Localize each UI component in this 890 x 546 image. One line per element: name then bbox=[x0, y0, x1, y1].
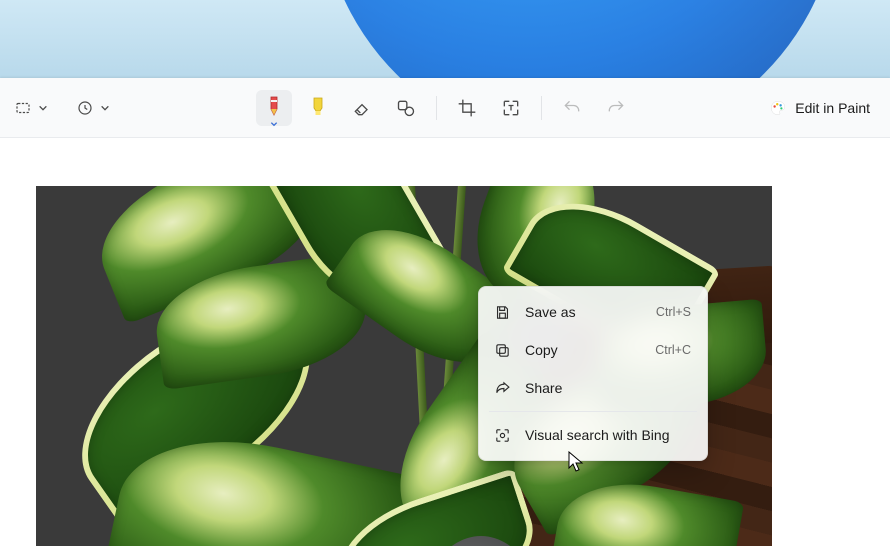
context-menu-label: Visual search with Bing bbox=[525, 427, 691, 443]
context-menu-separator bbox=[489, 411, 697, 412]
share-icon bbox=[493, 379, 511, 397]
toolbar: Edit in Paint bbox=[0, 78, 890, 138]
context-menu-shortcut: Ctrl+S bbox=[656, 305, 691, 319]
redo-icon bbox=[606, 98, 626, 118]
toolbar-separator bbox=[436, 96, 437, 120]
toolbar-left-group bbox=[0, 90, 120, 126]
text-extract-icon bbox=[501, 98, 521, 118]
delay-dropdown[interactable] bbox=[68, 90, 120, 126]
rectangle-select-icon bbox=[14, 99, 32, 117]
context-menu-label: Copy bbox=[525, 342, 641, 358]
highlighter-icon bbox=[308, 96, 328, 120]
chevron-down-icon bbox=[100, 103, 110, 113]
context-menu-copy[interactable]: Copy Ctrl+C bbox=[485, 331, 701, 369]
highlighter-tool-button[interactable] bbox=[300, 90, 336, 126]
visual-search-icon bbox=[493, 426, 511, 444]
toolbar-separator bbox=[541, 96, 542, 120]
toolbar-right-group: Edit in Paint bbox=[759, 90, 880, 126]
text-actions-button[interactable] bbox=[493, 90, 529, 126]
toolbar-center-group bbox=[256, 90, 634, 126]
crop-icon bbox=[457, 98, 477, 118]
undo-button[interactable] bbox=[554, 90, 590, 126]
context-menu-save-as[interactable]: Save as Ctrl+S bbox=[485, 293, 701, 331]
context-menu-label: Save as bbox=[525, 304, 642, 320]
context-menu-share[interactable]: Share bbox=[485, 369, 701, 407]
pen-tool-button[interactable] bbox=[256, 90, 292, 126]
edit-in-paint-button[interactable]: Edit in Paint bbox=[759, 90, 880, 126]
shapes-icon bbox=[396, 98, 416, 118]
desktop-wallpaper bbox=[0, 0, 890, 78]
eraser-icon bbox=[352, 98, 372, 118]
ballpoint-pen-icon bbox=[263, 95, 285, 121]
context-menu-shortcut: Ctrl+C bbox=[655, 343, 691, 357]
redo-button[interactable] bbox=[598, 90, 634, 126]
context-menu-visual-search[interactable]: Visual search with Bing bbox=[485, 416, 701, 454]
windows-bloom-orb bbox=[320, 0, 840, 78]
copy-icon bbox=[493, 341, 511, 359]
save-icon bbox=[493, 303, 511, 321]
eraser-tool-button[interactable] bbox=[344, 90, 380, 126]
snipping-tool-window: Edit in Paint bbox=[0, 78, 890, 546]
crop-tool-button[interactable] bbox=[449, 90, 485, 126]
undo-icon bbox=[562, 98, 582, 118]
paint-app-icon bbox=[769, 99, 787, 117]
context-menu: Save as Ctrl+S Copy Ctrl+C Share bbox=[478, 286, 708, 461]
selection-mode-dropdown[interactable] bbox=[6, 90, 58, 126]
clock-icon bbox=[76, 99, 94, 117]
canvas-area[interactable] bbox=[0, 138, 890, 546]
chevron-down-icon bbox=[38, 103, 48, 113]
edit-in-paint-label: Edit in Paint bbox=[795, 100, 870, 116]
shapes-tool-button[interactable] bbox=[388, 90, 424, 126]
context-menu-label: Share bbox=[525, 380, 691, 396]
chevron-down-icon bbox=[270, 121, 278, 127]
